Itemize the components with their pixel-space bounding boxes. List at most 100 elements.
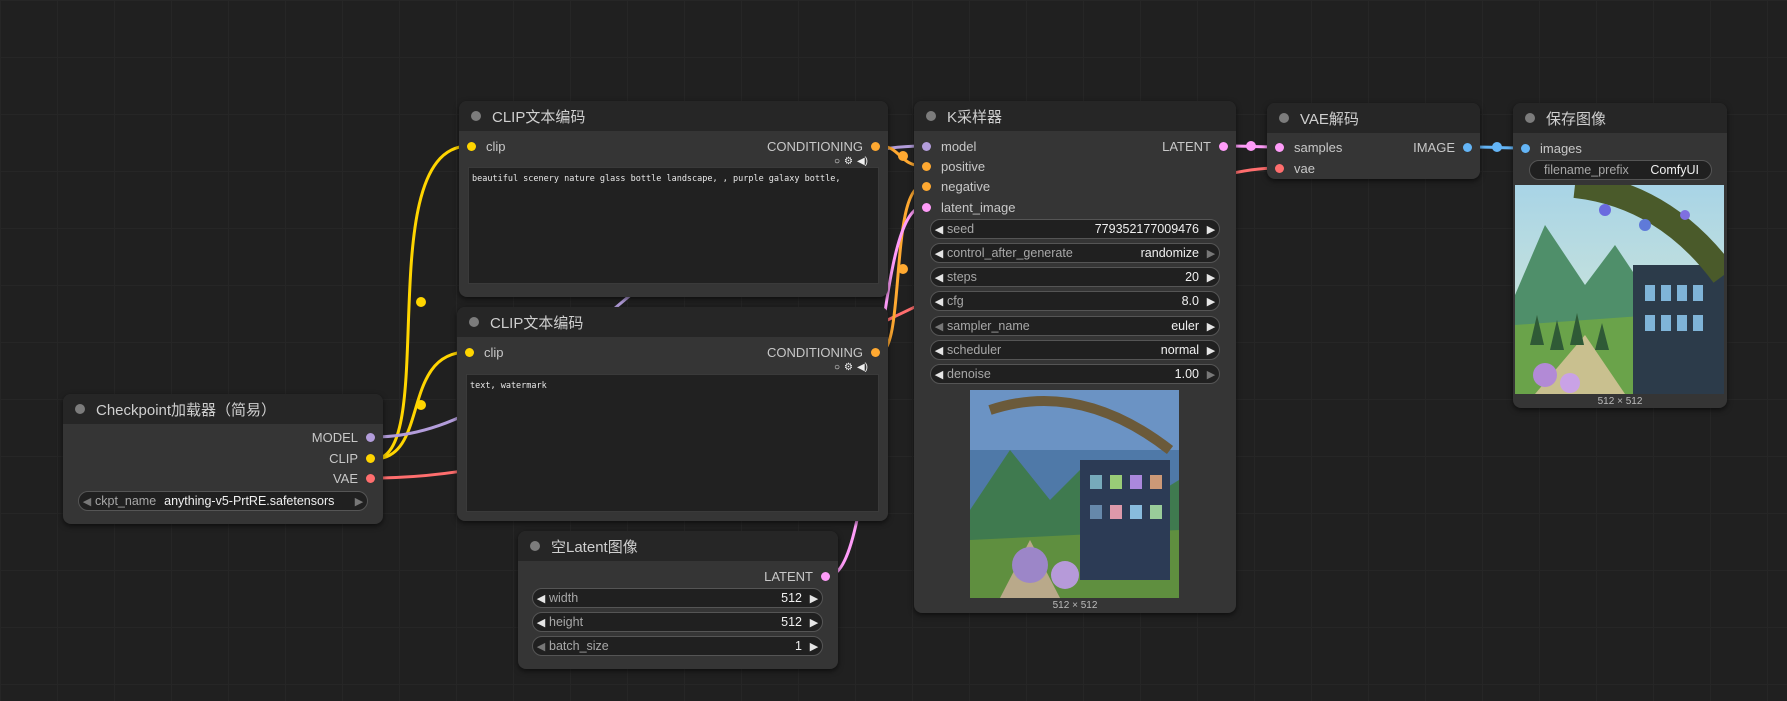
gear-icon[interactable]: ⚙ (844, 362, 853, 373)
clip-dot-icon[interactable] (467, 141, 476, 151)
arrow-right-icon[interactable]: ▶ (806, 592, 822, 605)
conditioning-dot-icon[interactable] (871, 141, 880, 151)
ckpt-name-combo[interactable]: ◀ ckpt_name anything-v5-PrtRE.safetensor… (78, 491, 368, 511)
output-vae[interactable]: VAE (333, 470, 375, 486)
collapse-toggle[interactable] (926, 111, 936, 121)
node-header[interactable]: Checkpoint加载器（简易） (63, 394, 383, 424)
scheduler-widget[interactable]: ◀ scheduler normal ▶ (930, 340, 1220, 360)
gear-icon[interactable]: ⚙ (844, 156, 853, 167)
model-dot-icon[interactable] (366, 432, 375, 442)
conditioning-dot-icon[interactable] (922, 181, 931, 191)
latent-dot-icon[interactable] (1219, 141, 1228, 151)
arrow-left-icon[interactable]: ◀ (533, 640, 549, 653)
clip-dot-icon[interactable] (465, 347, 474, 357)
save-image-node[interactable]: 保存图像 images filename_prefix ComfyUI 512 … (1513, 103, 1727, 408)
control-after-generate-widget[interactable]: ◀ control_after_generate randomize ▶ (930, 243, 1220, 263)
arrow-left-icon[interactable]: ◀ (931, 320, 947, 333)
collapse-toggle[interactable] (75, 404, 85, 414)
output-clip[interactable]: CLIP (329, 450, 375, 466)
node-header[interactable]: CLIP文本编码 (457, 307, 888, 337)
collapse-toggle[interactable] (530, 541, 540, 551)
input-negative[interactable]: negative (922, 178, 990, 194)
arrow-left-icon[interactable]: ◀ (931, 271, 947, 284)
arrow-right-icon[interactable]: ▶ (1203, 344, 1219, 357)
collapse-toggle[interactable] (1525, 113, 1535, 123)
checkpoint-loader-node[interactable]: Checkpoint加载器（简易） MODEL CLIP VAE ◀ ckpt_… (63, 394, 383, 524)
height-widget[interactable]: ◀ height 512 ▶ (532, 612, 823, 632)
output-model[interactable]: MODEL (312, 429, 375, 445)
output-latent[interactable]: LATENT (1162, 138, 1228, 154)
arrow-left-icon[interactable]: ◀ (79, 495, 95, 508)
prompt-textarea[interactable]: beautiful scenery nature glass bottle la… (468, 167, 879, 284)
latent-dot-icon[interactable] (821, 571, 830, 581)
slot-label: VAE (332, 470, 358, 486)
input-latent-image[interactable]: latent_image (922, 199, 1015, 215)
arrow-left-icon[interactable]: ◀ (931, 223, 947, 236)
input-clip[interactable]: clip (467, 138, 506, 154)
output-conditioning[interactable]: CONDITIONING (767, 344, 880, 360)
filename-prefix-widget[interactable]: filename_prefix ComfyUI (1529, 160, 1712, 180)
slot-label: CONDITIONING (766, 138, 863, 154)
slot-label: model (941, 138, 977, 154)
collapse-toggle[interactable] (471, 111, 481, 121)
circle-icon[interactable]: ○ (834, 156, 840, 167)
model-dot-icon[interactable] (922, 141, 931, 151)
output-conditioning[interactable]: CONDITIONING (767, 138, 880, 154)
arrow-left-icon[interactable]: ◀ (931, 295, 947, 308)
node-header[interactable]: VAE解码 (1267, 103, 1480, 133)
arrow-right-icon[interactable]: ▶ (1203, 223, 1219, 236)
ksampler-node[interactable]: K采样器 model positive negative latent_imag… (914, 101, 1236, 613)
denoise-widget[interactable]: ◀ denoise 1.00 ▶ (930, 364, 1220, 384)
clip-text-encode-negative-node[interactable]: CLIP文本编码 clip CONDITIONING ○ ⚙ ◀) text, … (457, 307, 888, 521)
collapse-toggle[interactable] (1279, 113, 1289, 123)
speaker-icon[interactable]: ◀) (857, 156, 868, 167)
vae-dot-icon[interactable] (1275, 163, 1284, 173)
steps-widget[interactable]: ◀ steps 20 ▶ (930, 267, 1220, 287)
arrow-right-icon[interactable]: ▶ (351, 495, 367, 508)
arrow-right-icon[interactable]: ▶ (1203, 320, 1219, 333)
node-header[interactable]: 保存图像 (1513, 103, 1727, 133)
sampler-name-widget[interactable]: ◀ sampler_name euler ▶ (930, 316, 1220, 336)
arrow-right-icon[interactable]: ▶ (1203, 271, 1219, 284)
collapse-toggle[interactable] (469, 317, 479, 327)
arrow-left-icon[interactable]: ◀ (533, 616, 549, 629)
clip-dot-icon[interactable] (366, 453, 375, 463)
clip-text-encode-positive-node[interactable]: CLIP文本编码 clip CONDITIONING ○ ⚙ ◀) beauti… (459, 101, 888, 297)
input-model[interactable]: model (922, 138, 976, 154)
image-dot-icon[interactable] (1521, 143, 1530, 153)
output-image[interactable]: IMAGE (1413, 139, 1472, 155)
arrow-right-icon[interactable]: ▶ (806, 616, 822, 629)
input-samples[interactable]: samples (1275, 139, 1342, 155)
speaker-icon[interactable]: ◀) (857, 362, 868, 373)
conditioning-dot-icon[interactable] (871, 347, 880, 357)
node-header[interactable]: CLIP文本编码 (459, 101, 888, 131)
cfg-widget[interactable]: ◀ cfg 8.0 ▶ (930, 291, 1220, 311)
image-dot-icon[interactable] (1463, 142, 1472, 152)
latent-dot-icon[interactable] (922, 202, 931, 212)
arrow-left-icon[interactable]: ◀ (931, 368, 947, 381)
prompt-textarea[interactable]: text, watermark (466, 374, 879, 512)
arrow-right-icon[interactable]: ▶ (1203, 295, 1219, 308)
vae-decode-node[interactable]: VAE解码 samples vae IMAGE (1267, 103, 1480, 179)
conditioning-dot-icon[interactable] (922, 161, 931, 171)
width-widget[interactable]: ◀ width 512 ▶ (532, 588, 823, 608)
arrow-right-icon[interactable]: ▶ (1203, 368, 1219, 381)
arrow-left-icon[interactable]: ◀ (931, 344, 947, 357)
arrow-right-icon[interactable]: ▶ (1203, 247, 1219, 260)
input-clip[interactable]: clip (465, 344, 504, 360)
node-header[interactable]: K采样器 (914, 101, 1236, 131)
node-header[interactable]: 空Latent图像 (518, 531, 838, 561)
latent-dot-icon[interactable] (1275, 142, 1284, 152)
batch-size-widget[interactable]: ◀ batch_size 1 ▶ (532, 636, 823, 656)
input-positive[interactable]: positive (922, 158, 985, 174)
empty-latent-image-node[interactable]: 空Latent图像 LATENT ◀ width 512 ▶ ◀ height … (518, 531, 838, 669)
seed-widget[interactable]: ◀ seed 779352177009476 ▶ (930, 219, 1220, 239)
vae-dot-icon[interactable] (366, 473, 375, 483)
arrow-right-icon[interactable]: ▶ (806, 640, 822, 653)
arrow-left-icon[interactable]: ◀ (931, 247, 947, 260)
arrow-left-icon[interactable]: ◀ (533, 592, 549, 605)
output-latent[interactable]: LATENT (764, 568, 830, 584)
input-vae[interactable]: vae (1275, 160, 1315, 176)
input-images[interactable]: images (1521, 140, 1582, 156)
circle-icon[interactable]: ○ (834, 362, 840, 373)
